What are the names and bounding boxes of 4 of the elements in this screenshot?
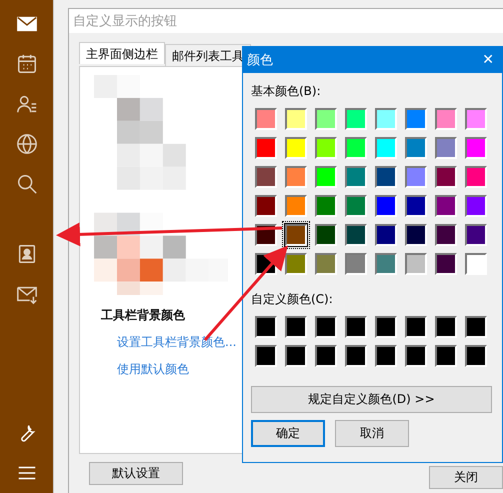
- custom-colors-label: 自定义颜色(C):: [251, 291, 334, 308]
- section-title: 工具栏背景颜色: [101, 307, 186, 324]
- basic-colors-label: 基本颜色(B):: [251, 83, 322, 100]
- window-title: 自定义显示的按钮: [69, 9, 503, 33]
